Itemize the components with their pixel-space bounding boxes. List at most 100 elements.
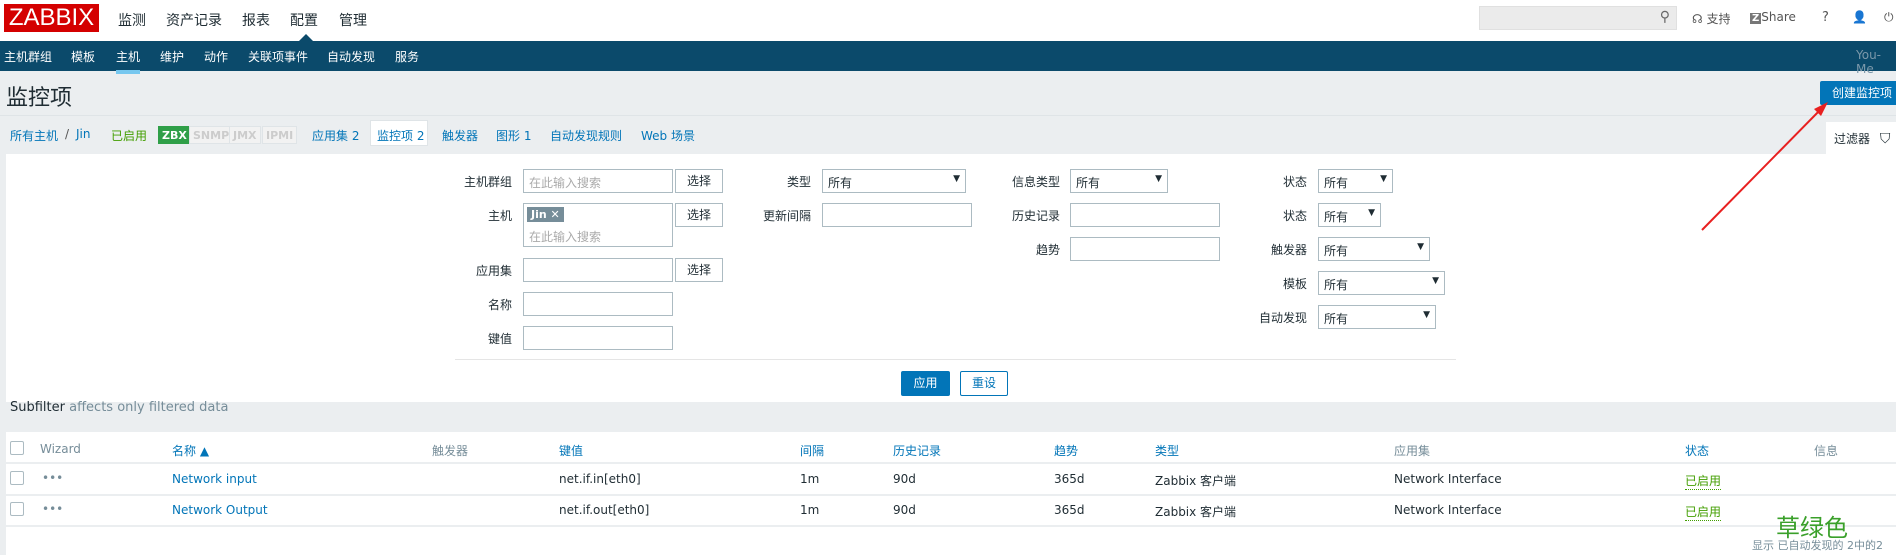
tab-triggers[interactable]: 触发器 [442, 127, 478, 144]
remove-tag-icon[interactable]: ✕ [551, 208, 560, 221]
template-select[interactable]: 所有 [1318, 271, 1445, 295]
key-label: 键值 [487, 332, 512, 346]
search-icon[interactable]: ⚲ [1660, 9, 1670, 25]
header-wizard: Wizard [40, 442, 81, 456]
submenu-correlation[interactable]: 关联项事件 [248, 48, 308, 65]
type-select[interactable]: 所有 [822, 169, 966, 193]
table-row: ••• Network input net.if.in[eth0] 1m 90d… [0, 464, 1896, 494]
divider [0, 115, 1896, 116]
state-label: 状态 [1282, 175, 1307, 189]
menu-configuration[interactable]: 配置 [290, 10, 318, 30]
item-name-link[interactable]: Network input [172, 472, 257, 486]
table-stats: 显示 已自动发现的 2中的2 [1752, 539, 1883, 552]
tab-applications[interactable]: 应用集 2 [312, 127, 359, 144]
item-status-toggle[interactable]: 已启用 [1685, 503, 1722, 521]
item-key: net.if.out[eth0] [559, 503, 650, 517]
item-key: net.if.in[eth0] [559, 472, 641, 486]
triggers-select[interactable]: 所有 [1318, 237, 1430, 261]
discovery-select[interactable]: 所有 [1318, 305, 1436, 329]
breadcrumb-host[interactable]: Jin [76, 127, 90, 141]
help-link[interactable]: ? [1822, 10, 1829, 25]
discovery-label: 自动发现 [1258, 311, 1307, 325]
status-label: 状态 [1282, 209, 1307, 223]
share-link[interactable]: Z Share [1750, 10, 1796, 24]
key-input[interactable] [523, 326, 673, 350]
item-history: 90d [893, 503, 916, 517]
history-input[interactable] [1070, 203, 1220, 227]
user-profile-icon[interactable]: 👤 [1852, 10, 1867, 24]
item-type: Zabbix 客户端 [1155, 474, 1237, 488]
select-all-checkbox[interactable] [10, 441, 24, 455]
type-label: 类型 [786, 175, 811, 189]
menu-reports[interactable]: 报表 [242, 10, 270, 30]
header-type[interactable]: 类型 [1155, 442, 1179, 459]
item-name-link[interactable]: Network Output [172, 503, 268, 517]
host-placeholder: 在此输入搜索 [529, 230, 602, 244]
table-row: ••• Network Output net.if.out[eth0] 1m 9… [0, 495, 1896, 525]
application-input[interactable] [523, 258, 673, 282]
trends-input[interactable] [1070, 237, 1220, 261]
logout-icon[interactable]: ⏻ [1884, 10, 1894, 25]
zabbix-logo[interactable]: ZABBIX [4, 4, 99, 32]
tab-items[interactable]: 监控项 2 [377, 127, 424, 144]
state-select[interactable]: 所有 [1318, 169, 1393, 193]
submenu-services[interactable]: 服务 [395, 48, 419, 65]
reset-button[interactable]: 重设 [960, 371, 1008, 396]
history-label: 历史记录 [1011, 209, 1060, 223]
host-input[interactable]: Jin ✕ 在此输入搜索 [523, 203, 673, 247]
wizard-menu-icon[interactable]: ••• [42, 471, 63, 485]
menu-inventory[interactable]: 资产记录 [166, 10, 222, 30]
row-checkbox[interactable] [10, 502, 24, 516]
host-status[interactable]: 已启用 [111, 127, 147, 144]
item-trends: 365d [1054, 472, 1085, 486]
header-history[interactable]: 历史记录 [893, 442, 941, 459]
header-triggers: 触发器 [432, 444, 469, 458]
row-checkbox[interactable] [10, 471, 24, 485]
tab-graphs[interactable]: 图形 1 [496, 127, 531, 144]
application-select-button[interactable]: 选择 [675, 258, 723, 282]
apply-button[interactable]: 应用 [901, 371, 950, 396]
header-name[interactable]: 名称 ▲ [172, 442, 209, 459]
server-name: You-Me [1856, 48, 1882, 76]
host-tag: Jin ✕ [527, 207, 564, 222]
menu-administration[interactable]: 管理 [339, 10, 367, 30]
submenu-host-groups[interactable]: 主机群组 [4, 48, 52, 65]
application-label: 应用集 [475, 264, 512, 278]
item-history: 90d [893, 472, 916, 486]
submenu-templates[interactable]: 模板 [71, 48, 95, 65]
item-trends: 365d [1054, 503, 1085, 517]
update-interval-input[interactable] [822, 203, 972, 227]
host-group-label: 主机群组 [463, 175, 512, 189]
trends-label: 趋势 [1035, 243, 1060, 257]
submenu-discovery[interactable]: 自动发现 [327, 48, 375, 65]
active-menu-pointer [299, 34, 313, 41]
item-status-toggle[interactable]: 已启用 [1685, 472, 1722, 490]
info-type-select[interactable]: 所有 [1070, 169, 1168, 193]
submenu-actions[interactable]: 动作 [204, 48, 228, 65]
header-interval[interactable]: 间隔 [800, 442, 824, 459]
search-input[interactable]: ⚲ [1479, 6, 1677, 30]
submenu-maintenance[interactable]: 维护 [160, 48, 184, 65]
menu-monitoring[interactable]: 监测 [118, 10, 146, 30]
submenu-hosts[interactable]: 主机 [116, 48, 141, 74]
wizard-menu-icon[interactable]: ••• [42, 502, 63, 516]
header-info: 信息 [1814, 444, 1839, 458]
info-type-label: 信息类型 [1011, 175, 1060, 189]
name-label: 名称 [487, 298, 512, 312]
availability-snmp: SNMP [189, 126, 234, 144]
header-trends[interactable]: 趋势 [1054, 442, 1078, 459]
funnel-icon: ⛉ [1879, 131, 1891, 147]
host-group-input[interactable]: 在此输入搜索 [523, 169, 673, 193]
item-interval: 1m [800, 472, 820, 486]
availability-jmx: JMX [229, 126, 261, 144]
red-arrow-annotation [1701, 102, 1828, 231]
tab-web-scenarios[interactable]: Web 场景 [641, 127, 695, 144]
name-input[interactable] [523, 292, 673, 316]
header-status[interactable]: 状态 [1685, 442, 1709, 459]
breadcrumb-all-hosts[interactable]: 所有主机 [10, 127, 58, 144]
subfilter-heading: Subfilter affects only filtered data [10, 400, 229, 415]
status-select[interactable]: 所有 [1318, 203, 1381, 227]
tab-discovery-rules[interactable]: 自动发现规则 [550, 127, 622, 144]
header-key[interactable]: 键值 [559, 442, 583, 459]
support-link[interactable]: ☊ 支持 [1692, 10, 1731, 27]
